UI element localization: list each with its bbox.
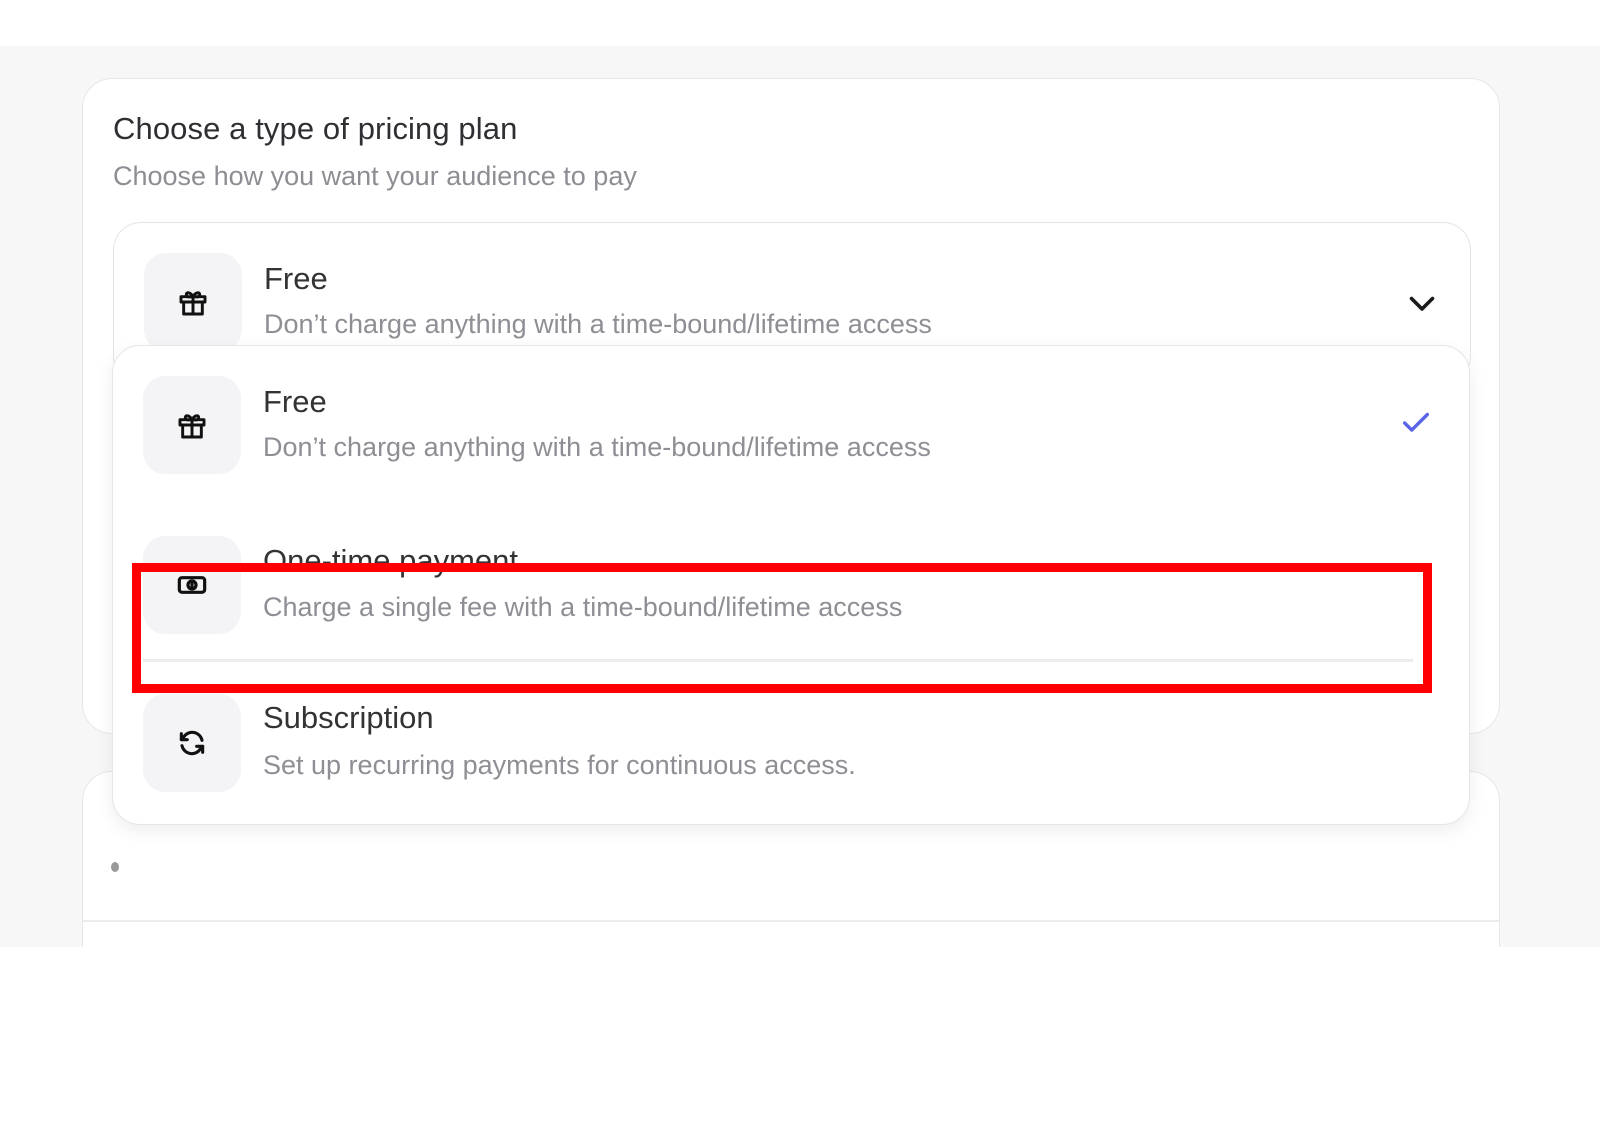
cash-icon <box>143 536 241 634</box>
divider <box>83 920 1499 922</box>
option-divider <box>143 659 1413 662</box>
option-title: Free <box>263 384 327 419</box>
option-title: One-time payment <box>263 543 518 578</box>
gift-icon <box>144 253 242 351</box>
option-description: Set up recurring payments for continuous… <box>263 750 856 780</box>
refresh-icon <box>143 694 241 792</box>
option-description: Don’t charge anything with a time-bound/… <box>263 432 931 462</box>
select-value-description: Don’t charge anything with a time-bound/… <box>264 309 932 339</box>
option-free[interactable]: Free Don’t charge anything with a time-b… <box>113 346 1469 506</box>
card-text-fragment <box>111 862 119 872</box>
option-description: Charge a single fee with a time-bound/li… <box>263 592 903 622</box>
gift-icon <box>143 376 241 474</box>
card-title: Choose a type of pricing plan <box>113 111 518 146</box>
select-value-title: Free <box>264 261 328 296</box>
chevron-down-icon[interactable] <box>1404 285 1440 321</box>
pricing-type-dropdown: Free Don’t charge anything with a time-b… <box>112 345 1470 825</box>
check-icon <box>1402 412 1430 432</box>
option-subscription[interactable]: Subscription Set up recurring payments f… <box>113 676 1469 826</box>
option-one-time-payment[interactable]: One-time payment Charge a single fee wit… <box>113 522 1469 682</box>
option-title: Subscription <box>263 700 434 735</box>
card-subtitle: Choose how you want your audience to pay <box>113 161 637 191</box>
